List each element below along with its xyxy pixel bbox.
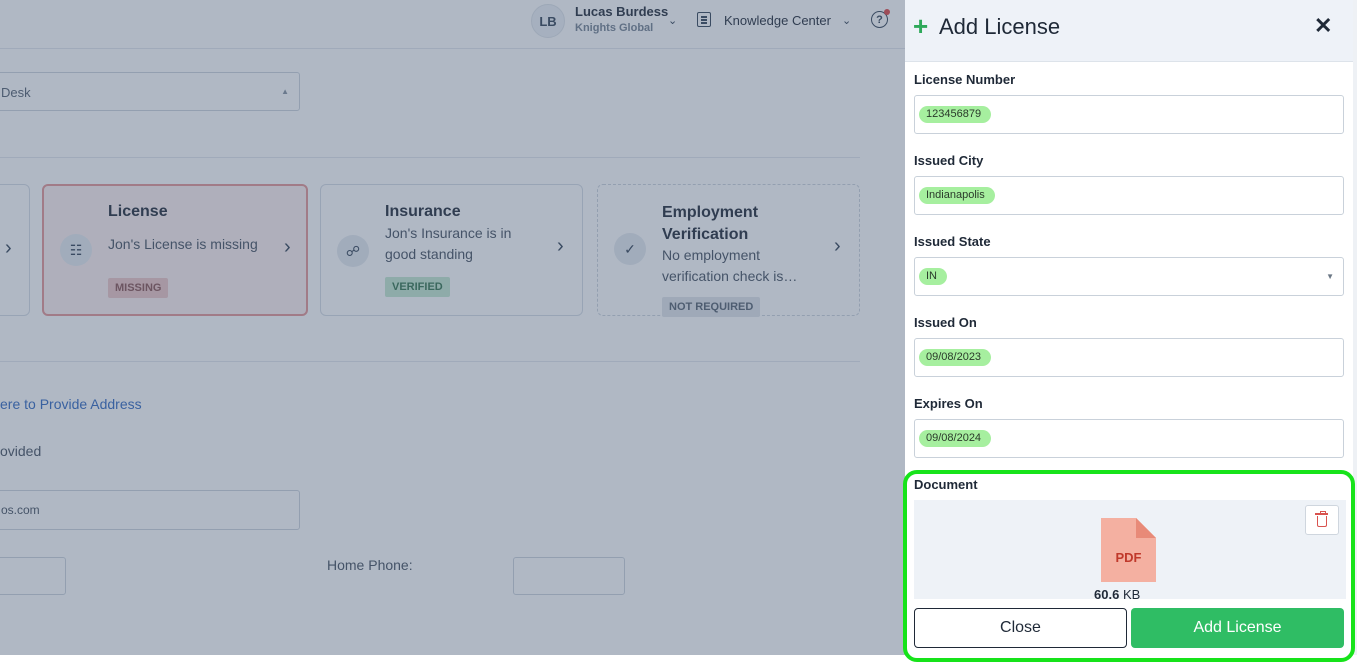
license-number-value: 123456879 [919, 106, 992, 123]
expires-on-label: Expires On [914, 396, 983, 411]
issued-state-select[interactable]: IN ▼ [914, 257, 1344, 296]
issued-on-date-input[interactable]: 09/08/2023 [914, 338, 1344, 377]
pdf-fold [1136, 518, 1156, 538]
document-label: Document [914, 477, 978, 492]
close-icon[interactable]: ✕ [1314, 14, 1332, 38]
license-number-input[interactable]: 123456879 [914, 95, 1344, 134]
issued-state-value: IN [919, 268, 947, 285]
panel-header: + Add License ✕ [905, 0, 1353, 62]
issued-city-input[interactable]: Indianapolis [914, 176, 1344, 215]
issued-on-label: Issued On [914, 315, 977, 330]
document-preview: PDF 60.6 KB [914, 500, 1346, 602]
bottom-strip [0, 655, 1357, 664]
issued-on-value: 09/08/2023 [919, 349, 992, 366]
delete-document-button[interactable] [1305, 505, 1339, 535]
plus-icon: + [913, 11, 929, 41]
license-number-label: License Number [914, 72, 1016, 87]
trash-icon [1315, 511, 1328, 527]
expires-on-date-input[interactable]: 09/08/2024 [914, 419, 1344, 458]
pdf-label: PDF [1115, 550, 1142, 565]
background-page: LB Lucas Burdess Knights Global ⌄ Knowle… [0, 0, 905, 664]
issued-city-label: Issued City [914, 153, 984, 168]
panel-title: Add License [939, 14, 1061, 39]
issued-state-label: Issued State [914, 234, 991, 249]
close-button[interactable]: Close [914, 608, 1127, 648]
add-license-button[interactable]: Add License [1131, 608, 1344, 648]
panel-footer: Close Add License [905, 599, 1353, 655]
caret-down-icon: ▼ [1326, 272, 1334, 281]
expires-on-value: 09/08/2024 [919, 430, 992, 447]
issued-city-value: Indianapolis [919, 187, 995, 204]
add-license-panel: + Add License ✕ License Number 123456879… [905, 0, 1353, 655]
modal-backdrop[interactable] [0, 0, 905, 664]
